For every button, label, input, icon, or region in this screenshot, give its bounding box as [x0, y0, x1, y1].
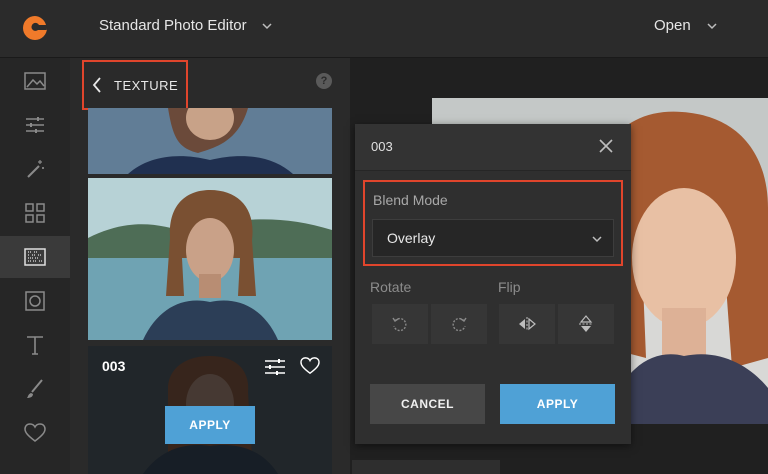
- text-icon: [27, 336, 43, 355]
- grid-icon: [25, 203, 45, 223]
- brush-icon: [27, 379, 43, 398]
- heart-icon[interactable]: [300, 357, 320, 375]
- flip-horizontal-icon: [519, 317, 536, 331]
- rail-item-draw[interactable]: [0, 368, 70, 410]
- open-menu[interactable]: Open: [654, 17, 691, 34]
- blend-mode-section: Blend Mode Overlay: [363, 180, 623, 266]
- blend-mode-label: Blend Mode: [373, 192, 448, 208]
- texture-name: 003: [102, 358, 126, 374]
- app-logo-icon[interactable]: [20, 13, 50, 43]
- flip-label: Flip: [498, 279, 521, 295]
- canvas-strip: [352, 460, 500, 474]
- adjust-sliders-icon[interactable]: [264, 358, 286, 376]
- rotate-left-icon: [392, 317, 407, 332]
- texture-thumbnail[interactable]: [88, 178, 332, 340]
- rail-item-favorites[interactable]: [0, 412, 70, 454]
- panel-title: TEXTURE: [114, 78, 179, 93]
- top-bar: Standard Photo Editor Open: [0, 0, 768, 58]
- apply-button[interactable]: APPLY: [500, 384, 615, 424]
- rail-item-effects[interactable]: [0, 148, 70, 190]
- rotate-right-button[interactable]: [431, 304, 487, 344]
- texture-panel: TEXTURE ? 003 APPLY: [70, 58, 350, 474]
- flip-vertical-icon: [579, 315, 593, 332]
- chevron-left-icon: [92, 77, 101, 93]
- dialog-header: 003: [355, 124, 631, 171]
- texture-options-dialog: 003 Blend Mode Overlay Rotate Flip CANCE…: [355, 124, 631, 444]
- rotate-left-button[interactable]: [372, 304, 428, 344]
- close-icon[interactable]: [598, 138, 614, 154]
- rotate-label: Rotate: [370, 279, 412, 295]
- chevron-down-icon[interactable]: [261, 20, 273, 32]
- heart-icon: [24, 423, 46, 442]
- chevron-down-icon[interactable]: [706, 20, 718, 32]
- texture-icon: [24, 248, 46, 266]
- back-button[interactable]: TEXTURE: [82, 60, 188, 110]
- magic-wand-icon: [27, 160, 44, 178]
- help-icon[interactable]: ?: [316, 73, 332, 89]
- panel-header: TEXTURE ?: [70, 58, 350, 110]
- texture-thumbnail[interactable]: [88, 108, 332, 174]
- rail-item-layout[interactable]: [0, 192, 70, 234]
- rail-item-frames[interactable]: [0, 280, 70, 322]
- flip-horizontal-button[interactable]: [499, 304, 555, 344]
- rail-item-image[interactable]: [0, 60, 70, 102]
- tool-rail: [0, 58, 70, 474]
- texture-card-selected[interactable]: 003 APPLY: [88, 346, 332, 474]
- apply-texture-button[interactable]: APPLY: [165, 406, 255, 444]
- rotate-right-icon: [452, 317, 467, 332]
- rail-item-adjust[interactable]: [0, 104, 70, 146]
- cancel-button[interactable]: CANCEL: [370, 384, 485, 424]
- blend-mode-value: Overlay: [387, 230, 436, 246]
- app-title[interactable]: Standard Photo Editor: [99, 17, 247, 34]
- image-icon: [24, 72, 46, 90]
- flip-vertical-button[interactable]: [558, 304, 614, 344]
- rail-item-text[interactable]: [0, 324, 70, 366]
- frame-icon: [25, 291, 45, 311]
- blend-mode-select[interactable]: Overlay: [372, 219, 614, 257]
- chevron-down-icon: [592, 236, 602, 243]
- rail-item-texture[interactable]: [0, 236, 70, 278]
- dialog-title: 003: [371, 139, 393, 154]
- adjust-sliders-icon: [26, 117, 44, 133]
